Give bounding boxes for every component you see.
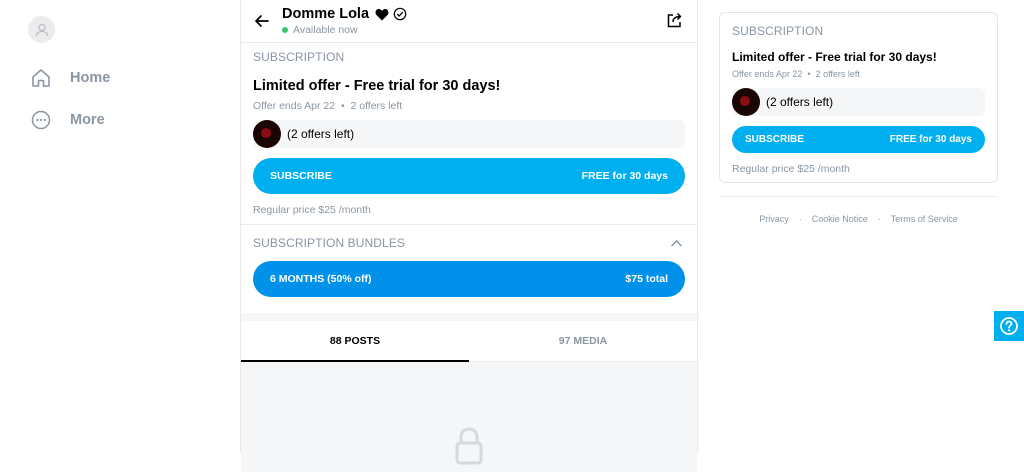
bundle-price: $75 total [625,273,668,285]
footer-link-terms[interactable]: Terms of Service [891,214,958,224]
nav-item-label: More [70,112,105,128]
status-text: Available now [293,24,358,36]
offer-box: (2 offers left) [732,88,985,116]
online-status: Available now [282,24,358,36]
offers-left: 2 offers left [350,100,403,112]
profile-name: Domme Lola [282,6,370,22]
subscribe-price: FREE for 30 days [889,134,972,145]
nav-item-label: Home [70,70,111,86]
offer-meta: Offer ends Apr 22 • 2 offers left [732,69,985,79]
chevron-up-icon[interactable] [670,237,683,250]
user-avatar[interactable] [28,16,55,43]
footer-links: Privacy · Cookie Notice · Terms of Servi… [719,214,998,224]
home-icon [28,65,54,91]
section-title: SUBSCRIPTION [732,24,824,38]
avatar [253,120,281,148]
section-gap [241,313,697,321]
help-button[interactable] [994,311,1024,341]
nav-item-home[interactable]: Home [28,57,188,99]
offer-title: Limited offer - Free trial for 30 days! [253,78,501,94]
regular-price: Regular price $25 /month [253,204,371,216]
section-title: SUBSCRIPTION [253,50,345,64]
offer-meta: Offer ends Apr 22 • 2 offers left [253,100,685,112]
online-dot-icon [282,27,288,33]
profile-name-row: Domme Lola [282,6,407,22]
tab-media[interactable]: 97 MEDIA [469,321,697,361]
user-icon [35,23,48,36]
offer-ends: Offer ends Apr 22 [732,69,803,79]
meta-separator: • [804,69,816,79]
subscribe-button[interactable]: SUBSCRIBE FREE for 30 days [732,126,985,153]
subscribe-button[interactable]: SUBSCRIBE FREE for 30 days [253,158,685,194]
divider [719,196,998,197]
sidebar-subscription-card: SUBSCRIPTION Limited offer - Free trial … [719,12,998,183]
offer-box-text: (2 offers left) [287,127,355,141]
tab-posts[interactable]: 88 POSTS [241,321,469,362]
offer-box-text: (2 offers left) [766,95,834,109]
offer-box: (2 offers left) [253,120,685,148]
left-nav: Home More [28,16,188,141]
subscribe-label: SUBSCRIBE [270,170,332,182]
bundle-button[interactable]: 6 MONTHS (50% off) $75 total [253,261,685,297]
nav-item-more[interactable]: More [28,99,188,141]
meta-separator: • [338,100,351,112]
content-tabs: 88 POSTS 97 MEDIA [241,321,697,362]
more-icon [28,107,54,133]
offer-title: Limited offer - Free trial for 30 days! [732,50,937,64]
section-title: SUBSCRIPTION BUNDLES [253,236,406,250]
profile-column: Domme Lola Available now SUBSCRIPTION Li… [240,0,698,472]
share-icon[interactable] [666,12,683,29]
footer-link-cookie-notice[interactable]: Cookie Notice [812,214,868,224]
bundle-label: 6 MONTHS (50% off) [270,273,372,285]
subscribe-price: FREE for 30 days [581,170,668,182]
footer-separator: · [798,214,802,224]
avatar [732,88,760,116]
locked-content [241,362,697,472]
subscribe-label: SUBSCRIBE [745,134,804,145]
regular-price: Regular price $25 /month [732,163,850,175]
offers-left: 2 offers left [815,69,860,79]
footer-separator: · [877,214,881,224]
footer-link-privacy[interactable]: Privacy [759,214,789,224]
back-arrow-icon[interactable] [253,12,271,30]
bundles-section: SUBSCRIPTION BUNDLES 6 MONTHS (50% off) … [241,224,697,313]
heart-icon [375,8,389,20]
offer-ends: Offer ends Apr 22 [253,100,336,112]
help-icon [1000,317,1018,335]
profile-header: Domme Lola Available now [241,0,697,43]
subscription-section: SUBSCRIPTION Limited offer - Free trial … [241,43,697,224]
verified-icon [393,7,407,21]
lock-icon [455,427,483,465]
